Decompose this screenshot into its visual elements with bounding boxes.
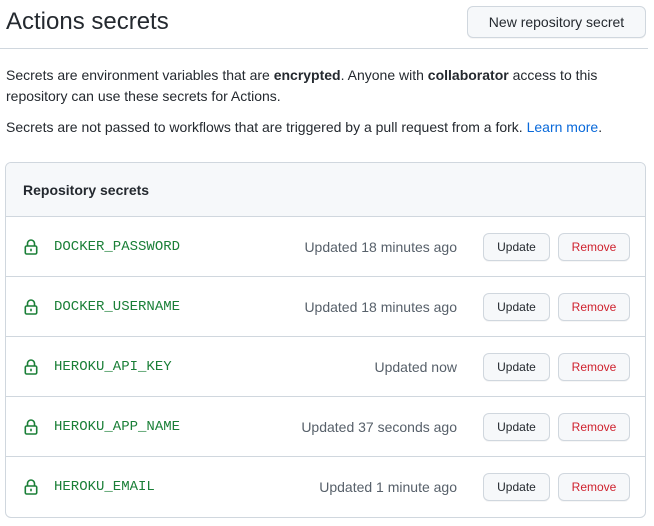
secrets-description: Secrets are environment variables that a… (6, 65, 646, 107)
update-secret-button[interactable]: Update (483, 413, 550, 441)
secret-updated-time: Updated 18 minutes ago (304, 239, 457, 255)
secret-updated-time: Updated 37 seconds ago (301, 419, 457, 435)
secret-row: DOCKER_USERNAME Updated 18 minutes ago U… (6, 277, 645, 337)
remove-secret-button[interactable]: Remove (558, 473, 630, 501)
secret-updated-time: Updated now (374, 359, 457, 375)
secret-name: DOCKER_PASSWORD (54, 239, 181, 255)
remove-secret-button[interactable]: Remove (558, 293, 630, 321)
update-secret-button[interactable]: Update (483, 473, 550, 501)
description-text: . Anyone with (340, 67, 428, 83)
description-emphasis-collaborator: collaborator (427, 67, 509, 83)
repository-secrets-header: Repository secrets (6, 163, 645, 217)
lock-icon (24, 239, 38, 255)
fork-notice-period: . (598, 119, 603, 135)
secret-name: HEROKU_EMAIL (54, 479, 155, 495)
update-secret-button[interactable]: Update (483, 293, 550, 321)
remove-secret-button[interactable]: Remove (558, 353, 630, 381)
page-title: Actions secrets (6, 8, 169, 35)
update-secret-button[interactable]: Update (483, 233, 550, 261)
secret-name: HEROKU_API_KEY (54, 359, 172, 375)
description-text: Secrets are environment variables that a… (6, 67, 274, 83)
secrets-list: DOCKER_PASSWORD Updated 18 minutes ago U… (6, 217, 645, 517)
page-header: Actions secrets New repository secret (0, 0, 648, 49)
remove-secret-button[interactable]: Remove (558, 233, 630, 261)
repository-secrets-title: Repository secrets (23, 182, 150, 198)
secret-updated-time: Updated 18 minutes ago (304, 299, 457, 315)
update-secret-button[interactable]: Update (483, 353, 550, 381)
description-emphasis-encrypted: encrypted (273, 67, 341, 83)
secret-row: DOCKER_PASSWORD Updated 18 minutes ago U… (6, 217, 645, 277)
secret-updated-time: Updated 1 minute ago (319, 479, 457, 495)
remove-secret-button[interactable]: Remove (558, 413, 630, 441)
lock-icon (24, 479, 38, 495)
learn-more-link[interactable]: Learn more (527, 119, 599, 135)
repository-secrets-box: Repository secrets DOCKER_PASSWORD Updat… (5, 162, 646, 518)
new-repository-secret-button[interactable]: New repository secret (467, 6, 646, 38)
lock-icon (24, 419, 38, 435)
secret-name: HEROKU_APP_NAME (54, 419, 181, 435)
lock-icon (24, 299, 38, 315)
secret-name: DOCKER_USERNAME (54, 299, 181, 315)
fork-notice-text: Secrets are not passed to workflows that… (6, 119, 527, 135)
lock-icon (24, 359, 38, 375)
fork-notice: Secrets are not passed to workflows that… (6, 117, 646, 138)
secret-row: HEROKU_APP_NAME Updated 37 seconds ago U… (6, 397, 645, 457)
secret-row: HEROKU_API_KEY Updated now Update Remove (6, 337, 645, 397)
secret-row: HEROKU_EMAIL Updated 1 minute ago Update… (6, 457, 645, 517)
